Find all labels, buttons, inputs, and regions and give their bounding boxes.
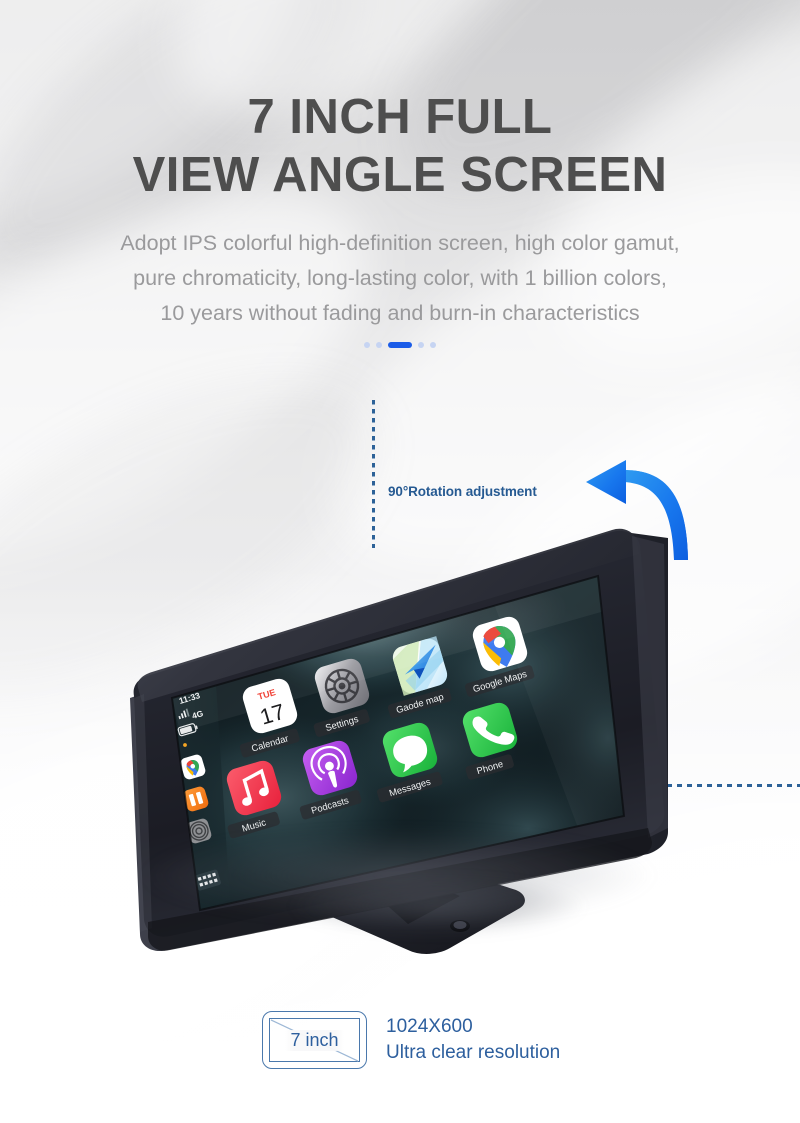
orange-dot-icon [183, 743, 187, 747]
pagination-dot-2[interactable] [376, 342, 382, 348]
pagination-dot-5[interactable] [430, 342, 436, 348]
hero-subtitle: Adopt IPS colorful high-definition scree… [0, 226, 800, 331]
rotation-callout-label: 90°Rotation adjustment [388, 484, 537, 499]
resolution-text: 1024X600 Ultra clear resolution [386, 1014, 560, 1066]
page-title-line-1: 7 INCH FULL [247, 90, 553, 144]
pagination-dot-4[interactable] [418, 342, 424, 348]
pagination-dot-1[interactable] [364, 342, 370, 348]
resolution-caption: Ultra clear resolution [386, 1042, 561, 1063]
subtitle-line-3: 10 years without fading and burn-in char… [160, 301, 640, 325]
resolution-badge: 7 inch 1024X600 Ultra clear resolution [262, 1011, 560, 1069]
device-photo: 11:33 4G TUE 17 Calendar Settings Gaode … [108, 498, 688, 968]
page-title: 7 INCH FULL VIEW ANGLE SCREEN [0, 88, 800, 204]
screen-size-label: 7 inch [285, 1029, 344, 1051]
carousel-pagination[interactable] [0, 342, 800, 348]
pagination-dot-3-active[interactable] [388, 342, 412, 348]
subtitle-line-1: Adopt IPS colorful high-definition scree… [120, 231, 680, 255]
product-feature-page: 7 INCH FULL VIEW ANGLE SCREEN Adopt IPS … [0, 0, 800, 1123]
hero-heading-block: 7 INCH FULL VIEW ANGLE SCREEN [0, 88, 800, 204]
page-title-line-2: VIEW ANGLE SCREEN [132, 148, 668, 202]
screen-size-box: 7 inch [262, 1011, 367, 1069]
subtitle-line-2: pure chromaticity, long-lasting color, w… [133, 266, 667, 290]
resolution-value: 1024X600 [386, 1016, 473, 1037]
